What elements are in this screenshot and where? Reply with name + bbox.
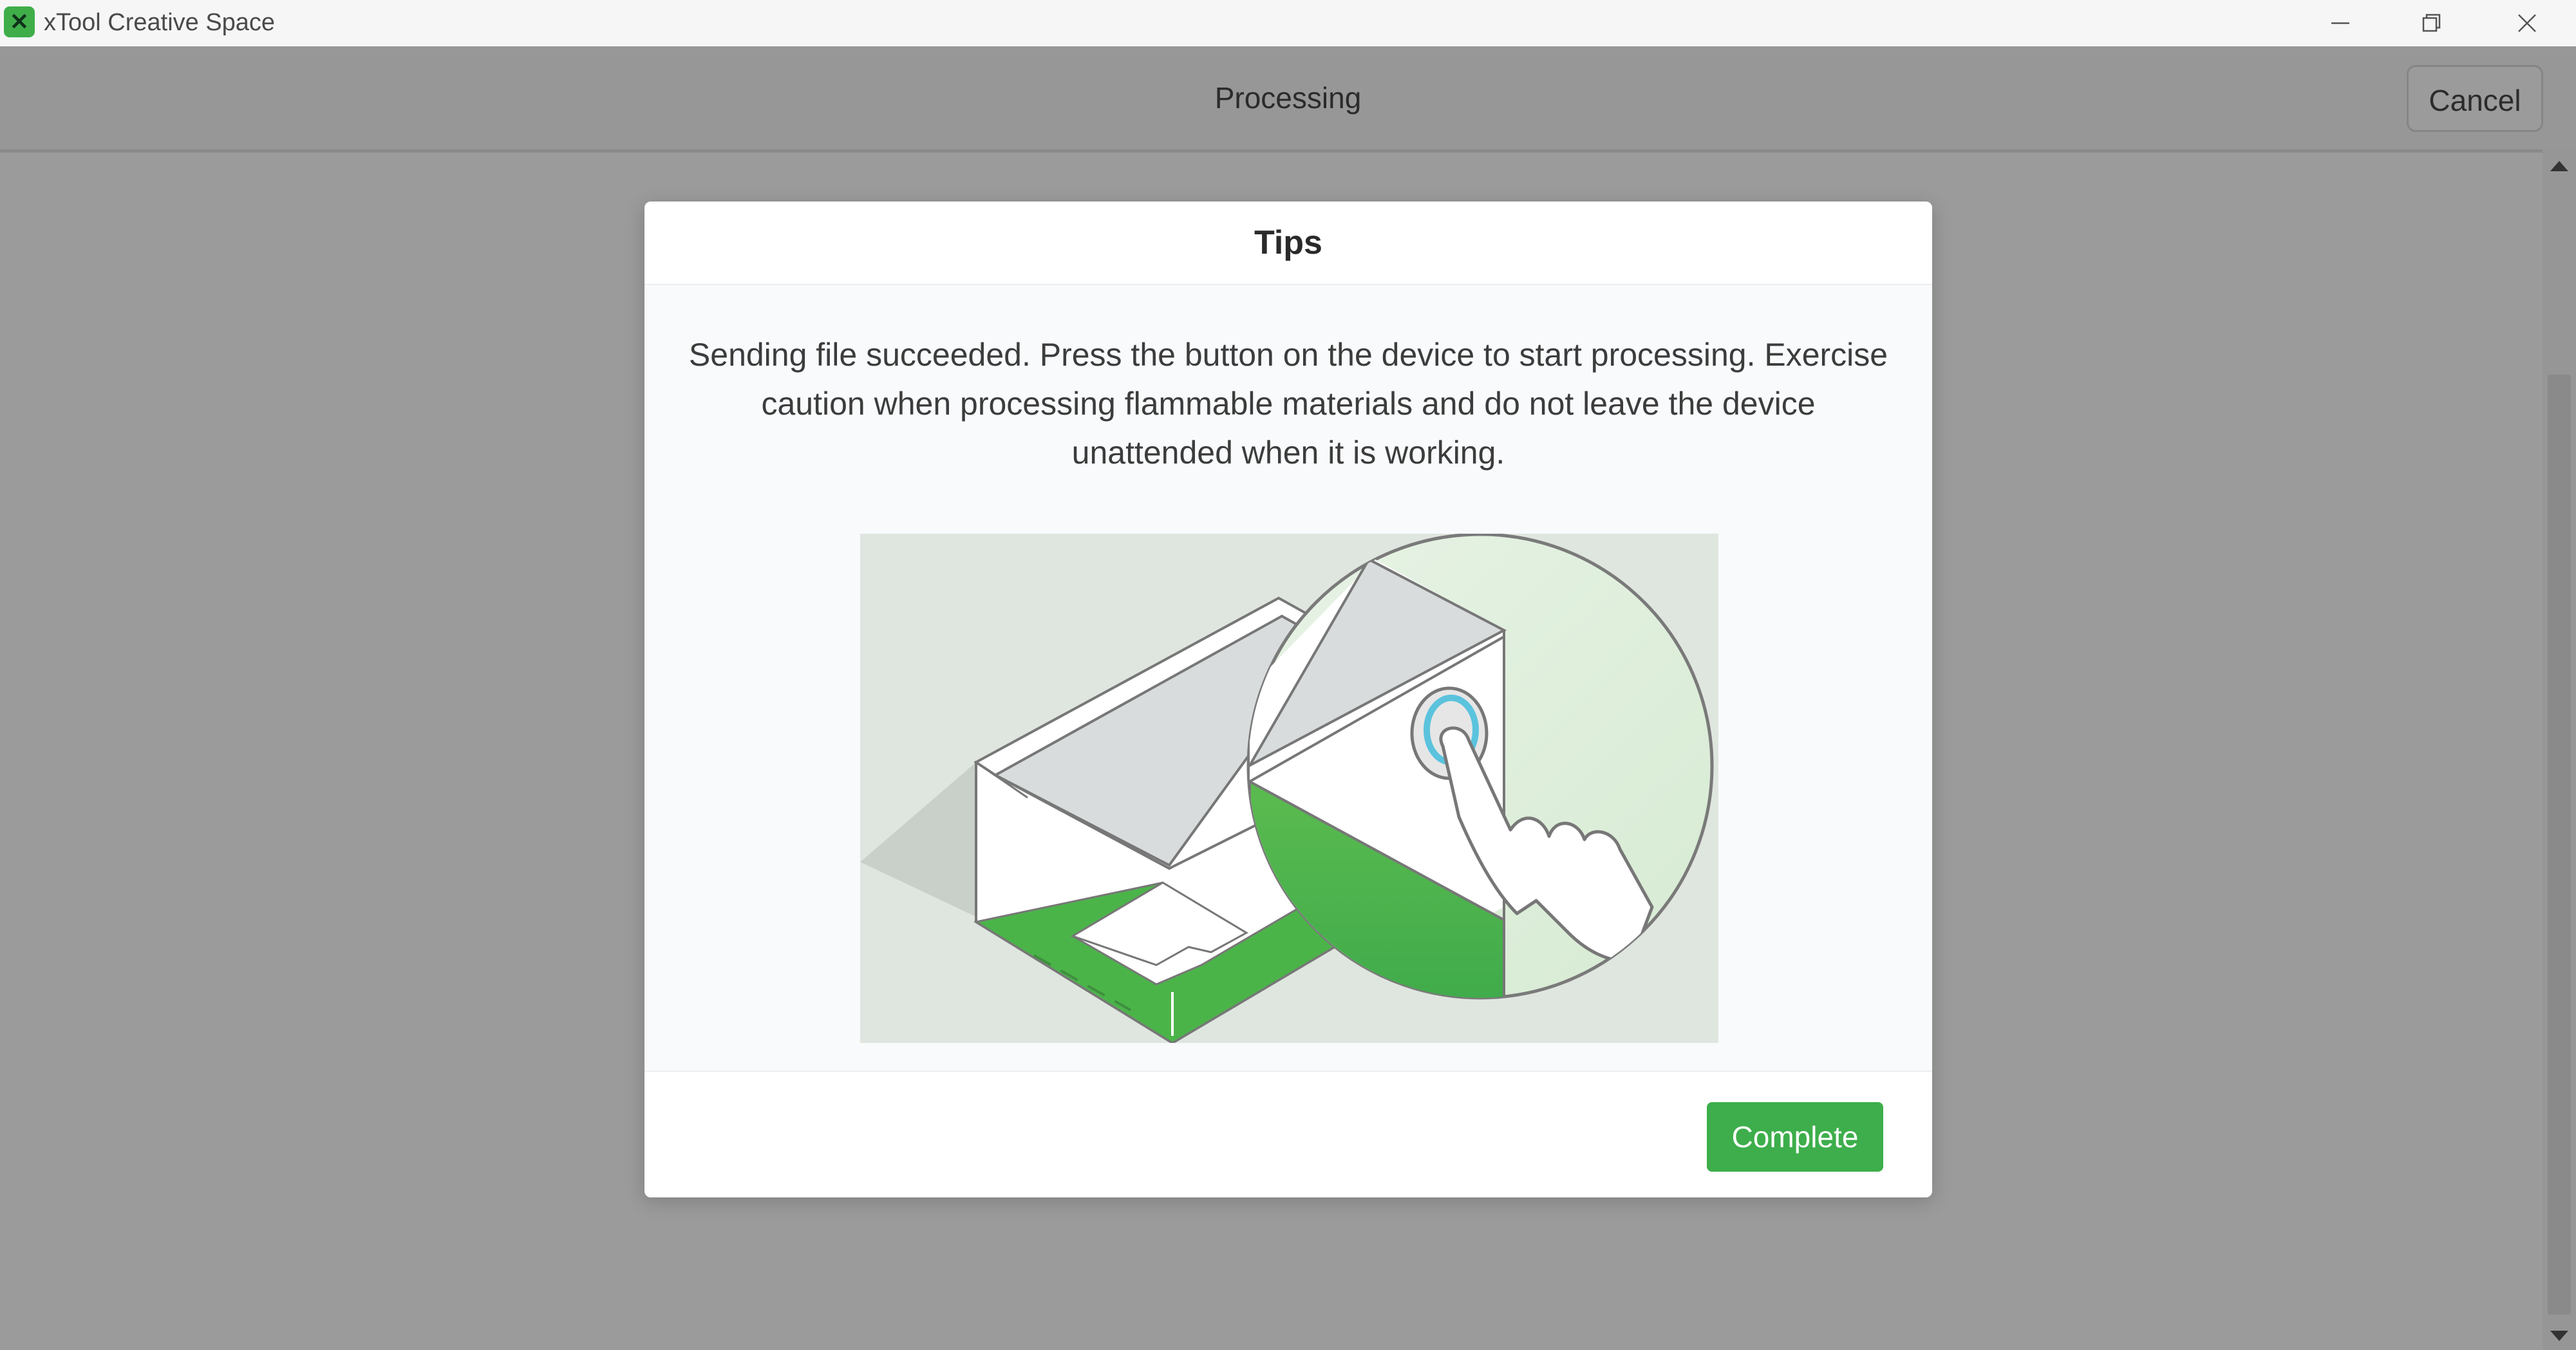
- dialog-title: Tips: [1254, 224, 1322, 261]
- scroll-thumb[interactable]: [2548, 375, 2571, 1315]
- dialog-footer: Complete: [644, 1071, 1932, 1197]
- vertical-scrollbar[interactable]: [2543, 149, 2576, 1350]
- app-logo-icon: ✕: [4, 6, 35, 37]
- window-titlebar: ✕ xTool Creative Space: [0, 0, 2576, 47]
- dialog-header: Tips: [644, 202, 1932, 285]
- close-button[interactable]: [2482, 0, 2572, 46]
- scroll-up-arrow-icon[interactable]: [2550, 161, 2568, 171]
- minimize-button[interactable]: [2295, 0, 2385, 46]
- window-title: xTool Creative Space: [44, 9, 276, 36]
- dialog-message: Sending file succeeded. Press the button…: [688, 337, 1888, 471]
- minimize-icon: [2331, 22, 2349, 24]
- close-icon: [2518, 14, 2536, 32]
- restore-button[interactable]: [2387, 0, 2477, 46]
- cancel-button[interactable]: Cancel: [2407, 65, 2543, 132]
- tips-dialog: Tips Sending file succeeded. Press the b…: [644, 202, 1932, 1197]
- restore-icon: [2422, 14, 2441, 32]
- press-device-button-illustration: [860, 534, 1718, 1043]
- scroll-down-arrow-icon[interactable]: [2550, 1331, 2568, 1341]
- page-title: Processing: [1214, 81, 1362, 115]
- complete-button[interactable]: Complete: [1707, 1102, 1883, 1172]
- processing-header: Processing Cancel: [0, 46, 2576, 153]
